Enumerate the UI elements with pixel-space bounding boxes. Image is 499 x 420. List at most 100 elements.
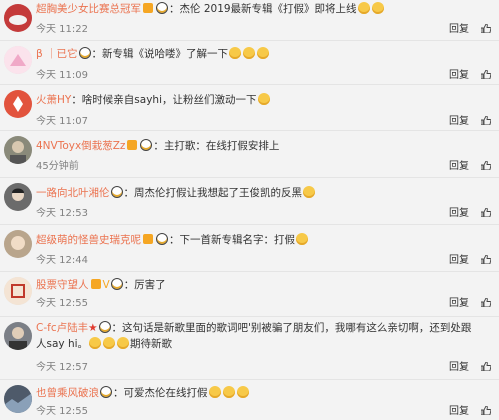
thumbs-up-icon [481,116,491,125]
comment-body: ：杰伦 2019最新专辑《打假》即将上线 [169,3,357,15]
reply-button[interactable]: 回复 [449,24,469,35]
reply-button[interactable]: 回复 [449,116,469,127]
comment-text-line: 超级萌的怪兽史瑞克呢 ：下一首新专辑名字：打假 [36,233,309,247]
comment-item: 超胸美少女比赛总冠军 ：杰伦 2019最新专辑《打假》即将上线 今天 11:22 … [0,0,499,40]
comment-item: 也曾乘风破浪 ：可爱杰伦在线打假 今天 12:55 回复 [0,380,499,420]
comment-text-line: 4NVToyx倒栽葱Zz ：主打歌：在线打假安排上 [36,139,279,153]
comment-actions: 回复 [437,362,491,374]
like-button[interactable] [481,208,491,219]
smile-emoji-icon [243,47,256,59]
like-button[interactable] [481,362,491,373]
avatar[interactable] [4,385,32,413]
comment-username[interactable]: 股票守望人 [36,279,89,291]
comment-item: β ｜已它 ：新专辑《说哈喽》了解一下 今天 11:09 回复 [0,41,499,84]
thumbs-up-icon [481,362,491,371]
reply-button[interactable]: 回复 [449,406,469,417]
thumbs-up-icon [481,208,491,217]
comment-actions: 回复 [437,406,491,418]
smile-emoji-icon [229,47,242,59]
avatar[interactable] [4,46,32,74]
thumbs-up-icon [481,298,491,307]
comment-timestamp: 今天 12:44 [36,255,88,266]
avatar[interactable] [4,230,32,258]
comment-body: ：啥时候亲自sayhi，让粉丝们激动一下 [71,94,257,106]
reply-button[interactable]: 回复 [449,255,469,266]
reply-button[interactable]: 回复 [449,298,469,309]
comment-actions: 回复 [437,161,491,173]
comment-username[interactable]: 一路向北叶湘伦 [36,187,110,199]
panda-emoji-icon [100,386,112,398]
vip-badge-icon [127,140,138,150]
comment-timestamp: 今天 11:07 [36,116,88,127]
comment-timestamp: 今天 12:55 [36,406,88,417]
comment-text-line: 股票守望人 V ：厉害了 [36,278,166,292]
like-button[interactable] [481,255,491,266]
comment-username[interactable]: 超胸美少女比赛总冠军 [36,3,141,15]
panda-emoji-icon [156,2,168,14]
like-button[interactable] [481,70,491,81]
comment-username[interactable]: C-fc卢陆丰 [36,322,88,334]
smile-emoji-icon [371,2,384,14]
surprise-emoji-icon [117,337,130,349]
laugh-emoji-icon [236,386,249,398]
thumbs-up-icon [481,255,491,264]
like-button[interactable] [481,406,491,417]
comment-body: ：可爱杰伦在线打假 [113,387,208,399]
comment-actions: 回复 [437,24,491,36]
panda-emoji-icon [78,47,91,59]
avatar[interactable] [4,277,32,305]
smile-emoji-icon [257,93,270,105]
comment-text-line: 一路向北叶湘伦 ：周杰伦打假让我想起了王俊凯的反黑 [36,186,316,200]
thumbs-up-icon [481,70,491,79]
like-button[interactable] [481,161,491,172]
reply-button[interactable]: 回复 [449,208,469,219]
cat-emoji-icon [303,186,315,198]
avatar[interactable] [4,90,32,118]
panda-emoji-icon [110,278,123,290]
comment-username[interactable]: 超级萌的怪兽史瑞克呢 [36,234,141,246]
comment-timestamp: 今天 12:57 [36,362,88,373]
avatar[interactable] [4,322,32,350]
comment-body: ：下一首新专辑名字：打假 [169,234,295,246]
like-button[interactable] [481,298,491,309]
avatar[interactable] [4,136,32,164]
reply-button[interactable]: 回复 [449,70,469,81]
comment-timestamp: 今天 12:53 [36,208,88,219]
comment-body: ：厉害了 [123,279,166,291]
comment-username[interactable]: 火萧HY [36,94,71,106]
comment-item: C-fc卢陆丰★ ：这句话是新歌里面的歌词吧'别被骗了朋友们，我哪有这么亲切啊，还… [0,317,499,379]
panda-emoji-icon [110,186,123,198]
verified-badge: V [102,279,110,291]
comment-timestamp: 45分钟前 [36,161,79,172]
comment-username[interactable]: 4NVToyx倒栽葱Zz [36,140,125,152]
thumbs-up-icon [481,24,491,33]
comment-username[interactable]: β ｜已它 [36,48,78,60]
like-button[interactable] [481,116,491,127]
reply-button[interactable]: 回复 [449,362,469,373]
vip-badge-icon [143,234,153,244]
vip-badge-icon [143,3,153,13]
comment-timestamp: 今天 11:22 [36,24,88,35]
comment-item: 股票守望人 V ：厉害了 今天 12:55 回复 [0,272,499,316]
smile-emoji-icon [296,233,308,245]
comment-text-line: 也曾乘风破浪 ：可爱杰伦在线打假 [36,386,250,400]
comment-text-line: β ｜已它 ：新专辑《说哈喽》了解一下 [36,47,270,61]
comment-list: 超胸美少女比赛总冠军 ：杰伦 2019最新专辑《打假》即将上线 今天 11:22 … [0,0,499,420]
thumbs-up-icon [481,161,491,170]
surprise-emoji-icon [89,337,102,349]
comment-actions: 回复 [437,70,491,82]
avatar[interactable] [4,4,32,32]
comment-body: ：主打歌：在线打假安排上 [153,140,280,152]
comment-timestamp: 今天 11:09 [36,70,88,81]
avatar[interactable] [4,183,32,211]
comment-body-continued: 期待新歌 [130,338,173,350]
star-icon: ★ [88,322,98,334]
comment-timestamp: 今天 12:55 [36,298,88,309]
reply-button[interactable]: 回复 [449,161,469,172]
comment-item: 火萧HY：啥时候亲自sayhi，让粉丝们激动一下 今天 11:07 回复 [0,85,499,130]
like-button[interactable] [481,24,491,35]
vip-badge-icon [90,279,101,289]
comment-username[interactable]: 也曾乘风破浪 [36,387,99,399]
comment-actions: 回复 [437,298,491,310]
thumbs-up-icon [481,406,491,415]
